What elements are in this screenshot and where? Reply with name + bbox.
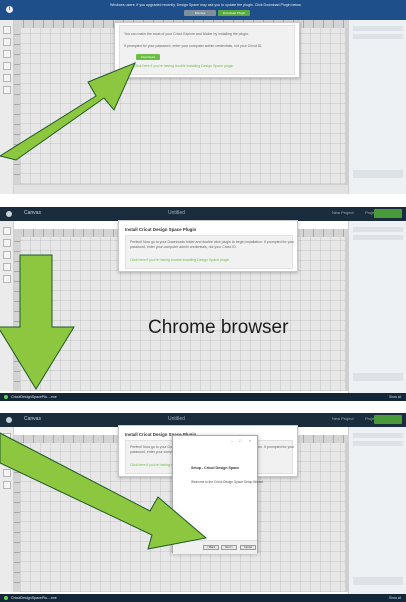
layers-row[interactable] [353, 235, 403, 240]
cricut-logo-icon [6, 211, 12, 217]
templates-icon[interactable] [3, 239, 11, 247]
maximize-icon[interactable]: □ [239, 439, 241, 443]
green-arrow-2 [0, 254, 75, 390]
modal-content: Perfect! Now go to your Downloads folder… [125, 235, 295, 269]
project-name: Untitled [168, 210, 185, 216]
make-it-button[interactable] [374, 415, 402, 424]
show-all-downloads-link[interactable]: Show all [389, 395, 401, 399]
chrome-download-bar: CricutDesignSpacePlu....exe Show all [0, 393, 406, 401]
modal-text-1: Perfect! Now go to your Downloads folder… [130, 240, 295, 244]
screenshot-panel-1: i Windows users: If you upgraded recentl… [0, 0, 406, 194]
install-plugin-modal: You can make the most of your Cricut Exp… [114, 22, 300, 78]
modal-text-2: If prompted for your password, enter you… [124, 44, 263, 48]
download-item[interactable]: CricutDesignSpacePlu....exe [4, 394, 60, 400]
browser-caption: Chrome browser [148, 317, 289, 338]
new-icon[interactable] [3, 227, 11, 235]
download-filename[interactable]: CricutDesignSpacePlu....exe [11, 395, 57, 399]
layers-row[interactable] [353, 26, 403, 31]
make-it-row[interactable] [353, 170, 403, 178]
layers-panel [348, 427, 406, 594]
dismiss-button[interactable]: Dismiss [184, 10, 216, 16]
make-it-button[interactable] [374, 209, 402, 218]
make-it-row[interactable] [353, 577, 403, 585]
modal-text-1: You can make the most of your Cricut Exp… [124, 32, 249, 36]
layers-panel [348, 20, 406, 194]
app-header: Canvas Untitled New Project Projects [0, 207, 406, 221]
screenshot-panel-2: Canvas Untitled New Project Projects Ins… [0, 207, 406, 401]
install-plugin-modal: Install Cricut Design Space Plugin Perfe… [118, 220, 298, 272]
make-it-row[interactable] [353, 373, 403, 381]
layers-panel [348, 221, 406, 393]
download-plugin-button[interactable]: Download Plugin [218, 10, 250, 16]
show-all-downloads-link[interactable]: Show all [389, 596, 401, 600]
header-title: Canvas [24, 210, 41, 216]
next-button[interactable]: Next > [221, 545, 237, 550]
screenshot-panel-3: Canvas Untitled New Project Projects Ins… [0, 413, 406, 602]
cancel-button[interactable]: Cancel [240, 545, 256, 550]
download-item[interactable]: CricutDesignSpacePlu....exe [4, 595, 60, 601]
new-project-link[interactable]: New Project [332, 210, 354, 215]
modal-content: You can make the most of your Cricut Exp… [119, 25, 295, 75]
minimize-icon[interactable]: – [231, 439, 233, 443]
trouble-link[interactable]: Click here if you're having trouble inst… [134, 64, 233, 68]
modal-title: Install Cricut Design Space Plugin [125, 227, 197, 232]
download-filename[interactable]: CricutDesignSpacePlu....exe [11, 596, 57, 600]
layers-row[interactable] [353, 227, 403, 232]
trouble-link[interactable]: Click here if you're having trouble inst… [130, 258, 229, 262]
download-status-icon [4, 395, 8, 399]
new-project-link[interactable]: New Project [332, 416, 354, 421]
download-status-icon [4, 596, 8, 600]
modal-text-2: password, enter your computer admin cred… [130, 245, 237, 249]
green-arrow-1 [0, 62, 136, 161]
chrome-download-bar: CricutDesignSpacePlu....exe Show all [0, 594, 406, 602]
layers-row[interactable] [353, 433, 403, 438]
close-icon[interactable]: × [249, 439, 251, 443]
layers-row[interactable] [353, 441, 403, 446]
green-arrow-3 [0, 432, 208, 550]
layers-row[interactable] [353, 34, 403, 39]
